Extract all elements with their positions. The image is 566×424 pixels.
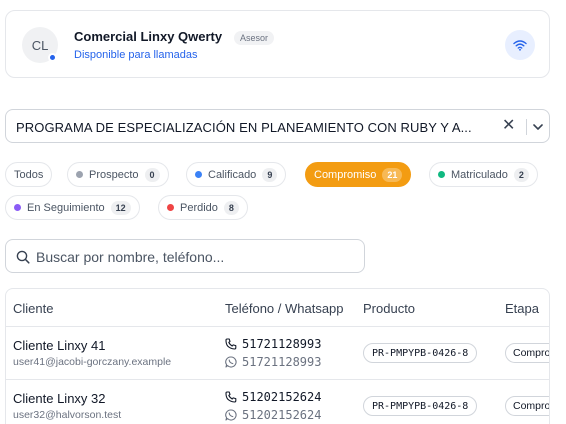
stage-dot — [438, 171, 445, 178]
filter-count: 9 — [262, 167, 278, 182]
filter-label: Calificado — [208, 168, 257, 181]
filter-label: Prospecto — [89, 168, 139, 181]
filter-perdido[interactable]: Perdido 8 — [158, 195, 248, 220]
whatsapp-number: 51202152624 — [242, 408, 322, 422]
product-badge: PR-PMPYPB-0426-8 — [363, 396, 478, 416]
product-badge: PR-PMPYPB-0426-8 — [363, 343, 478, 363]
column-header-phone[interactable]: Teléfono / Whatsapp — [225, 301, 344, 316]
filter-en-seguimiento[interactable]: En Seguimiento 12 — [5, 195, 140, 220]
select-divider — [526, 119, 527, 135]
filter-count: 21 — [382, 167, 403, 182]
search-icon — [16, 250, 30, 264]
client-email: user32@halvorson.test — [13, 409, 122, 421]
client-name: Cliente Linxy 41 — [13, 338, 106, 353]
search-input[interactable] — [36, 246, 356, 268]
program-select[interactable]: PROGRAMA DE ESPECIALIZACIÓN EN PLANEAMIE… — [5, 109, 550, 143]
phone-call[interactable]: 51721128993 — [225, 337, 321, 351]
whatsapp-icon — [225, 409, 237, 421]
filter-count: 12 — [110, 200, 131, 215]
connection-button[interactable] — [505, 30, 535, 60]
phone-number: 51202152624 — [242, 390, 322, 404]
stage-dot — [76, 171, 83, 178]
filter-count: 0 — [144, 167, 160, 182]
column-header-client[interactable]: Cliente — [13, 301, 53, 316]
phone-icon — [225, 391, 237, 403]
whatsapp-number: 51721128993 — [242, 355, 322, 369]
filter-todos[interactable]: Todos — [5, 162, 53, 187]
filter-compromiso[interactable]: Compromiso 21 — [305, 162, 412, 187]
client-email: user41@jacobi-gorczany.example — [13, 356, 172, 368]
avatar-initials: CL — [31, 37, 49, 53]
filter-count: 8 — [223, 200, 239, 215]
table-row[interactable]: Cliente Linxy 32 user32@halvorson.test 5… — [6, 380, 549, 424]
agent-name: Comercial Linxy Qwerty — [74, 29, 223, 44]
stage-dot — [195, 171, 202, 178]
search-box — [5, 239, 365, 273]
filter-calificado[interactable]: Calificado 9 — [186, 162, 287, 187]
filter-matriculado[interactable]: Matriculado 2 — [429, 162, 538, 187]
stage-dot — [167, 204, 174, 211]
filter-prospecto[interactable]: Prospecto 0 — [67, 162, 169, 187]
stage-dot — [14, 204, 21, 211]
filter-label: Todos — [14, 168, 44, 181]
filter-label: Matriculado — [451, 168, 508, 181]
column-header-product[interactable]: Producto — [363, 301, 415, 316]
phone-icon — [225, 338, 237, 350]
clear-icon[interactable]: ✕ — [502, 118, 515, 134]
program-select-value: PROGRAMA DE ESPECIALIZACIÓN EN PLANEAMIE… — [16, 120, 472, 135]
filter-label: Compromiso — [314, 168, 377, 181]
column-header-stage[interactable]: Etapa — [505, 301, 539, 316]
whatsapp-icon — [225, 356, 237, 368]
filter-label: Perdido — [180, 201, 218, 214]
stage-badge[interactable]: Compromiso — [505, 396, 549, 416]
client-name: Cliente Linxy 32 — [13, 391, 106, 406]
chevron-down-icon[interactable] — [530, 119, 546, 135]
agent-status: Disponible para llamadas — [74, 49, 198, 61]
whatsapp-call[interactable]: 51202152624 — [225, 408, 321, 422]
phone-call[interactable]: 51202152624 — [225, 390, 321, 404]
stage-badge[interactable]: Compromiso — [505, 343, 549, 363]
filter-label: En Seguimiento — [27, 201, 105, 214]
phone-number: 51721128993 — [242, 337, 322, 351]
agent-card: CL Comercial Linxy Qwerty Asesor Disponi… — [5, 10, 550, 78]
online-status-dot — [48, 53, 57, 62]
table-row[interactable]: Cliente Linxy 41 user41@jacobi-gorczany.… — [6, 327, 549, 380]
whatsapp-call[interactable]: 51721128993 — [225, 355, 321, 369]
clients-table: Cliente Teléfono / Whatsapp Producto Eta… — [5, 288, 550, 424]
filter-count: 2 — [513, 167, 529, 182]
role-badge: Asesor — [234, 31, 275, 45]
wifi-icon — [513, 40, 527, 51]
